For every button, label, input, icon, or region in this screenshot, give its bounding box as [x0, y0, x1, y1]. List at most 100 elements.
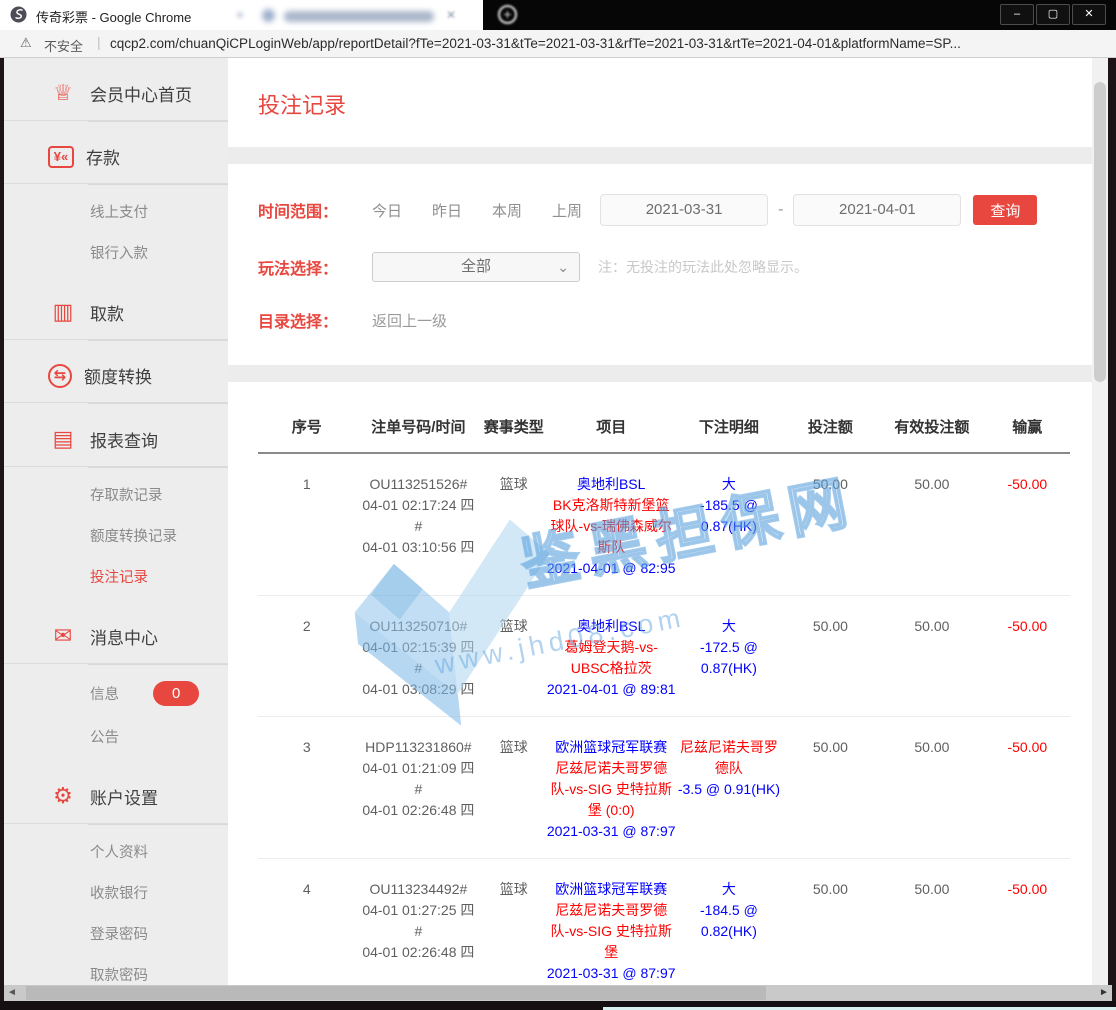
scroll-left-arrow-icon[interactable]: ◄	[4, 985, 20, 1001]
sidebar-subitem-label: 收款银行	[90, 882, 148, 903]
sidebar-subitem-投注记录[interactable]: 投注记录	[4, 556, 228, 597]
close-button[interactable]: ✕	[1072, 4, 1106, 25]
quick-yesterday-link[interactable]: 昨日	[432, 200, 462, 221]
sidebar-subitem-label: 投注记录	[90, 566, 148, 587]
sidebar-item-存款[interactable]: ¥«存款	[4, 136, 228, 183]
sidebar-item-会员中心首页[interactable]: ♕会员中心首页	[4, 72, 228, 120]
cell-line: 04-01 02:17:24 四	[355, 495, 481, 516]
cell-project: 欧洲篮球冠军联赛尼兹尼诺夫哥罗德队-vs-SIG 史特拉斯堡 (0:0)2021…	[546, 737, 676, 842]
new-tab-icon[interactable]: +	[498, 5, 517, 24]
cell-line: 欧洲篮球冠军联赛	[546, 879, 676, 900]
cell-project: 欧洲篮球冠军联赛尼兹尼诺夫哥罗德队-vs-SIG 史特拉斯堡2021-03-31…	[546, 879, 676, 984]
cell-line: #	[355, 516, 481, 537]
cell-line: -50.00	[985, 737, 1070, 758]
sidebar-item-消息中心[interactable]: ✉消息中心	[4, 615, 228, 663]
cell-project: 奥地利BSLBK克洛斯特新堡篮球队-vs-瑞佛森威尔斯队2021-04-01 @…	[546, 474, 676, 579]
date-from-input[interactable]: 2021-03-31	[600, 194, 768, 226]
filters-panel: 时间范围： 今日 昨日 本周 上周 2021-03-31 - 2021-04-0…	[228, 164, 1092, 338]
cell-line: 04-01 03:08:29 四	[355, 679, 481, 700]
cell-win-loss: -50.00	[985, 737, 1070, 842]
sidebar-item-label: 会员中心首页	[90, 81, 192, 106]
sidebar-subitem-label: 线上支付	[90, 201, 148, 222]
sidebar-item-label: 消息中心	[90, 624, 158, 649]
minimize-button[interactable]: –	[1000, 4, 1034, 25]
scroll-right-arrow-icon[interactable]: ►	[1096, 985, 1112, 1001]
play-select-dropdown[interactable]: 全部 ⌄	[372, 252, 580, 282]
cell-line: 大	[676, 616, 782, 637]
sidebar: ♕会员中心首页¥«存款线上支付银行入款▥取款⇆额度转换▤报表查询存取款记录额度转…	[4, 58, 228, 985]
cell-line: -50.00	[985, 474, 1070, 495]
sidebar-section: ♕会员中心首页	[4, 58, 228, 122]
cell-win-loss: -50.00	[985, 616, 1070, 700]
sidebar-subitem-登录密码[interactable]: 登录密码	[4, 913, 228, 954]
cell-line: 04-01 02:15:39 四	[355, 637, 481, 658]
maximize-button[interactable]: ▢	[1036, 4, 1070, 25]
cell-line: 2021-03-31 @ 87:97	[546, 821, 676, 842]
cell-win-loss: -50.00	[985, 474, 1070, 579]
query-button[interactable]: 查询	[973, 195, 1037, 225]
quick-thisweek-link[interactable]: 本周	[492, 200, 522, 221]
cell-valid-amount: 50.00	[879, 879, 985, 984]
cell-line: 04-01 02:26:48 四	[355, 800, 481, 821]
cell-index: 1	[258, 474, 355, 579]
sidebar-subitem-公告[interactable]: 公告	[4, 716, 228, 757]
sidebar-subitem-取款密码[interactable]: 取款密码	[4, 954, 228, 985]
sidebar-item-额度转换[interactable]: ⇆额度转换	[4, 355, 228, 402]
cell-line: -172.5 @ 0.87(HK)	[676, 637, 782, 679]
sidebar-subitem-个人资料[interactable]: 个人资料	[4, 831, 228, 872]
play-select-label: 玩法选择：	[258, 255, 360, 279]
cell-order-number-time: OU113251526#04-01 02:17:24 四#04-01 03:10…	[355, 474, 481, 579]
sidebar-subitem-存取款记录[interactable]: 存取款记录	[4, 474, 228, 515]
cell-line: 04-01 02:26:48 四	[355, 942, 481, 963]
back-up-level-link[interactable]: 返回上一级	[372, 310, 447, 331]
quick-today-link[interactable]: 今日	[372, 200, 402, 221]
url-text[interactable]: cqcp2.com/chuanQiCPLoginWeb/app/reportDe…	[110, 36, 1102, 51]
sidebar-subitem-线上支付[interactable]: 线上支付	[4, 191, 228, 232]
cell-sport-type: 篮球	[481, 474, 546, 579]
cell-line: 2021-04-01 @ 82:95	[546, 558, 676, 579]
table-header-row: 序号注单号码/时间赛事类型项目下注明细投注额有效投注额输赢	[258, 416, 1070, 454]
horizontal-scrollbar-thumb[interactable]	[26, 986, 766, 1000]
vertical-scrollbar[interactable]	[1092, 58, 1108, 985]
cell-line: 尼兹尼诺夫哥罗德队-vs-SIG 史特拉斯堡 (0:0)	[546, 758, 676, 821]
cell-line: OU113251526#	[355, 474, 481, 495]
sidebar-subitems: 信息0 公告	[4, 665, 228, 761]
window-title: 传奇彩票 - Google Chrome	[36, 7, 191, 26]
not-secure-label[interactable]: 不安全	[44, 36, 83, 55]
date-range-dash: -	[778, 201, 783, 219]
sidebar-item-label: 额度转换	[84, 363, 152, 388]
column-header: 项目	[546, 416, 676, 437]
quick-range-links: 今日 昨日 本周 上周	[372, 200, 582, 221]
sidebar-item-取款[interactable]: ▥取款	[4, 291, 228, 339]
page-title: 投注记录	[258, 88, 1092, 120]
cell-index: 2	[258, 616, 355, 700]
vertical-scrollbar-thumb[interactable]	[1094, 82, 1106, 382]
sidebar-item-账户设置[interactable]: ⚙账户设置	[4, 775, 228, 823]
report-icon: ▤	[48, 426, 78, 452]
sidebar-subitem-label: 公告	[90, 726, 119, 747]
sidebar-subitem-收款银行[interactable]: 收款银行	[4, 872, 228, 913]
cell-line: 欧洲篮球冠军联赛	[546, 737, 676, 758]
browser-window: 传奇彩票 - Google Chrome ✕ + – ▢ ✕ ⚠ 不安全 | c…	[0, 0, 1116, 1010]
cell-line: 2021-03-31 @ 87:97	[546, 963, 676, 984]
date-to-input[interactable]: 2021-04-01	[793, 194, 961, 226]
cell-line: #	[355, 921, 481, 942]
sidebar-subitem-额度转换记录[interactable]: 额度转换记录	[4, 515, 228, 556]
sidebar-subitem-银行入款[interactable]: 银行入款	[4, 232, 228, 273]
sidebar-section: ▤报表查询存取款记录额度转换记录投注记录	[4, 404, 228, 601]
cell-line: 葛姆登天鹅-vs-UBSC格拉茨	[546, 637, 676, 679]
quick-lastweek-link[interactable]: 上周	[552, 200, 582, 221]
cell-line: 尼兹尼诺夫哥罗德队-vs-SIG 史特拉斯堡	[546, 900, 676, 963]
play-select-row: 玩法选择： 全部 ⌄ 注：无投注的玩法此处忽略显示。	[228, 252, 1092, 282]
cell-bet-amount: 50.00	[782, 616, 879, 700]
cell-index: 3	[258, 737, 355, 842]
sidebar-subitem-label: 取款密码	[90, 964, 148, 985]
table-row: 2OU113250710#04-01 02:15:39 四#04-01 03:0…	[258, 596, 1070, 717]
horizontal-scrollbar[interactable]: ◄ ►	[4, 985, 1112, 1001]
sidebar-item-报表查询[interactable]: ▤报表查询	[4, 418, 228, 466]
sidebar-subitem-信息[interactable]: 信息0	[4, 671, 228, 716]
table-row: 4OU113234492#04-01 01:27:25 四#04-01 02:2…	[258, 859, 1070, 985]
cell-bet-amount: 50.00	[782, 879, 879, 984]
cell-line: 大	[676, 474, 782, 495]
cell-bet-amount: 50.00	[782, 737, 879, 842]
